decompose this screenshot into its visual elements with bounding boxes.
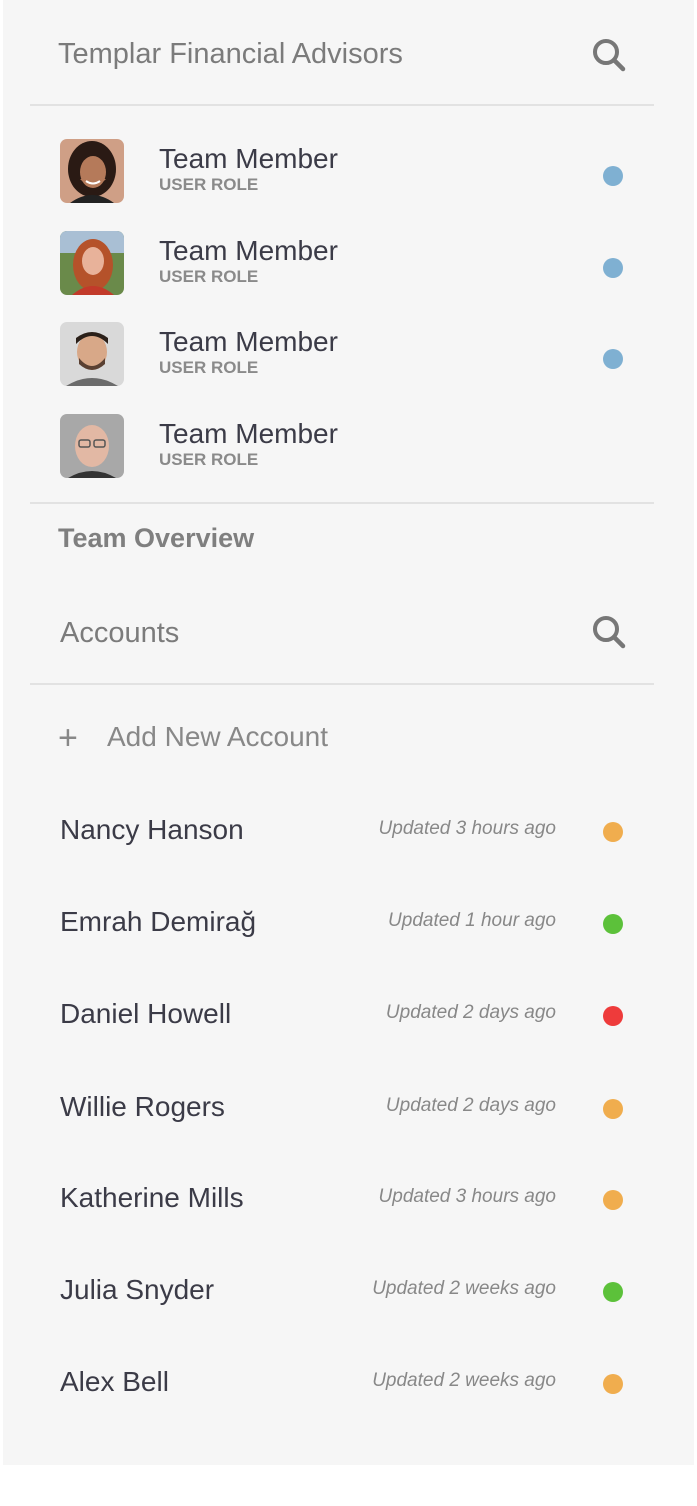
account-updated: Updated 2 weeks ago [372, 1370, 556, 1391]
account-updated: Updated 2 days ago [385, 1095, 556, 1116]
account-updated: Updated 3 hours ago [378, 818, 556, 839]
accounts-header: Accounts [30, 579, 654, 685]
account-name: Emrah Demirağ [60, 906, 257, 937]
status-dot [603, 822, 623, 842]
sidebar-panel: Templar Financial Advisors Team Member U… [3, 0, 694, 1465]
member-role: USER ROLE [159, 267, 259, 286]
status-dot [603, 349, 623, 369]
account-row[interactable]: Katherine Mills Updated 3 hours ago [60, 1176, 640, 1224]
plus-icon: + [58, 719, 78, 757]
account-row[interactable]: Willie Rogers Updated 2 days ago [60, 1085, 640, 1133]
status-dot [603, 1006, 623, 1026]
accounts-search-icon[interactable] [590, 613, 630, 653]
account-updated: Updated 2 days ago [385, 1002, 556, 1023]
account-name: Julia Snyder [60, 1274, 215, 1305]
team-member-row[interactable]: Team Member USER ROLE [60, 414, 640, 482]
team-member-row[interactable]: Team Member USER ROLE [60, 139, 640, 207]
account-row[interactable]: Julia Snyder Updated 2 weeks ago [60, 1268, 640, 1316]
member-name: Team Member [159, 143, 338, 174]
status-dot [603, 166, 623, 186]
account-row[interactable]: Emrah Demirağ Updated 1 hour ago [60, 900, 640, 948]
member-name: Team Member [159, 418, 338, 449]
account-row[interactable]: Daniel Howell Updated 2 days ago [60, 992, 640, 1040]
divider [30, 502, 654, 504]
member-role: USER ROLE [159, 450, 259, 469]
member-name: Team Member [159, 235, 338, 266]
status-dot [603, 258, 623, 278]
team-title: Templar Financial Advisors [58, 38, 403, 70]
account-name: Katherine Mills [60, 1182, 244, 1213]
status-dot [603, 914, 623, 934]
account-name: Willie Rogers [60, 1091, 225, 1122]
account-updated: Updated 1 hour ago [388, 910, 556, 931]
member-name: Team Member [159, 326, 338, 357]
account-updated: Updated 3 hours ago [378, 1186, 556, 1207]
avatar [60, 414, 124, 478]
status-dot [603, 1099, 623, 1119]
account-name: Daniel Howell [60, 998, 232, 1029]
account-updated: Updated 2 weeks ago [372, 1278, 556, 1299]
team-member-row[interactable]: Team Member USER ROLE [60, 322, 640, 390]
avatar [60, 231, 124, 295]
account-name: Nancy Hanson [60, 814, 244, 845]
team-member-row[interactable]: Team Member USER ROLE [60, 231, 640, 299]
status-dot [603, 1282, 623, 1302]
account-row[interactable]: Alex Bell Updated 2 weeks ago [60, 1360, 640, 1408]
account-row[interactable]: Nancy Hanson Updated 3 hours ago [60, 808, 640, 856]
team-search-icon[interactable] [590, 36, 630, 76]
team-header: Templar Financial Advisors [30, 0, 654, 106]
member-role: USER ROLE [159, 175, 259, 194]
accounts-title: Accounts [60, 617, 180, 649]
status-dot [603, 1374, 623, 1394]
avatar [60, 139, 124, 203]
add-new-account-label: Add New Account [107, 721, 329, 752]
member-role: USER ROLE [159, 358, 259, 377]
account-name: Alex Bell [60, 1366, 169, 1397]
status-dot [603, 1190, 623, 1210]
team-overview-link[interactable]: Team Overview [58, 523, 254, 554]
avatar [60, 322, 124, 386]
